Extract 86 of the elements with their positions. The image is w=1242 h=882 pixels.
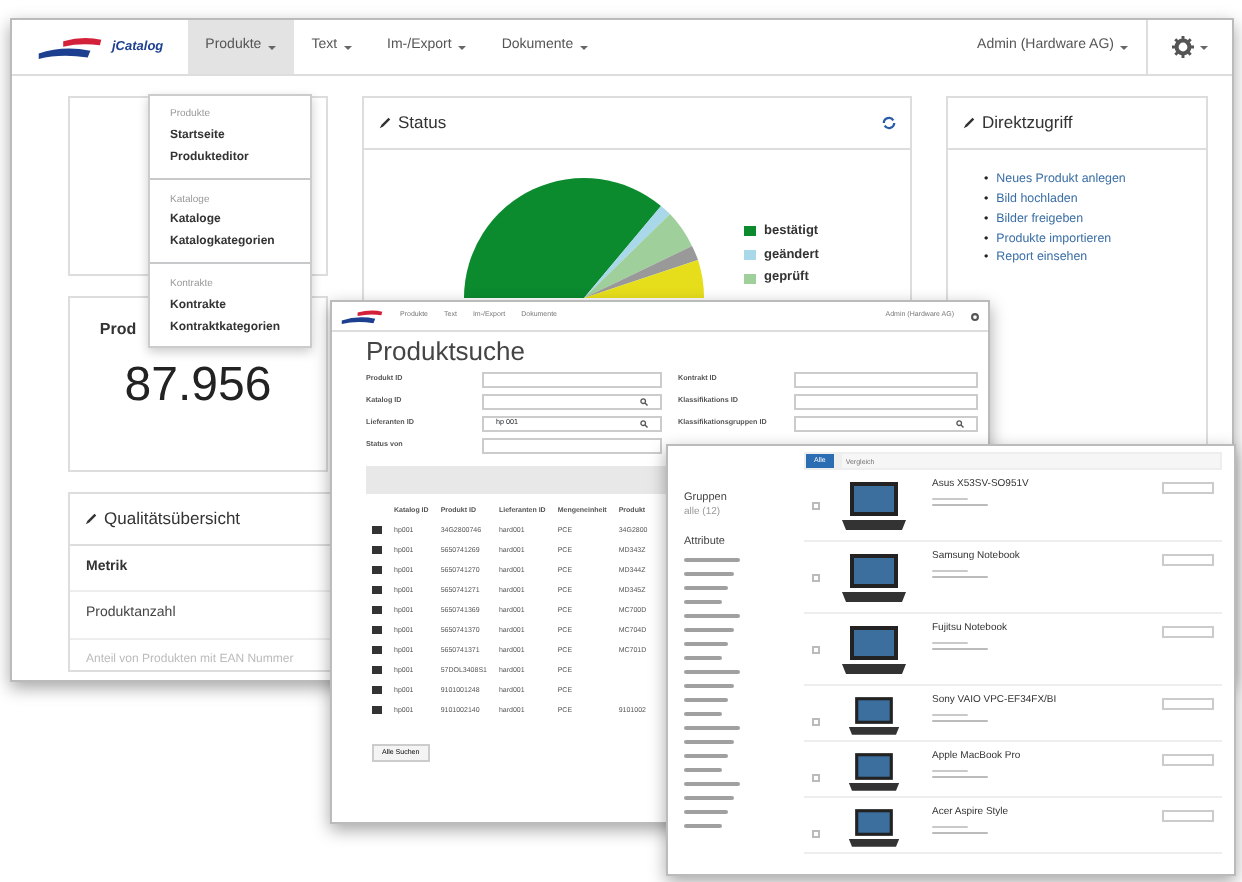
input-field[interactable] bbox=[482, 394, 662, 410]
input-field[interactable] bbox=[482, 372, 662, 388]
attribute-filter-line[interactable] bbox=[684, 670, 740, 674]
detail-line bbox=[932, 713, 968, 716]
caret-icon bbox=[457, 45, 466, 49]
attribute-filter-line[interactable] bbox=[684, 600, 722, 604]
product-thumbnail bbox=[372, 625, 382, 634]
product-thumbnail bbox=[372, 525, 382, 534]
panel-title: Qualitätsübersicht bbox=[104, 506, 241, 532]
attribute-filter-line[interactable] bbox=[684, 698, 728, 702]
logo-icon bbox=[36, 33, 104, 61]
attribute-filter-line[interactable] bbox=[684, 628, 734, 632]
product-thumbnail bbox=[372, 705, 382, 714]
detail-line bbox=[932, 775, 988, 778]
input-field[interactable] bbox=[482, 438, 662, 454]
edit-dropdown-button[interactable] bbox=[1162, 698, 1214, 711]
settings-icon[interactable] bbox=[970, 311, 980, 321]
checkbox[interactable] bbox=[812, 574, 820, 583]
checkbox[interactable] bbox=[812, 830, 820, 839]
settings-icon bbox=[1172, 36, 1194, 58]
input-field[interactable] bbox=[794, 416, 978, 432]
edit-dropdown-button[interactable] bbox=[1162, 626, 1214, 639]
checkbox[interactable] bbox=[812, 502, 820, 511]
product-thumbnail bbox=[372, 545, 382, 554]
detail-line bbox=[932, 769, 968, 772]
count-value: 87.956 bbox=[124, 356, 272, 416]
search-icon[interactable] bbox=[956, 420, 964, 428]
product-thumbnail bbox=[372, 685, 382, 694]
pencil-icon bbox=[378, 115, 392, 130]
edit-dropdown-button[interactable] bbox=[1162, 482, 1214, 495]
detail-line bbox=[932, 575, 988, 578]
detail-line bbox=[932, 825, 968, 828]
checkbox[interactable] bbox=[812, 646, 820, 655]
checkbox[interactable] bbox=[812, 718, 820, 727]
attribute-filter-line[interactable] bbox=[684, 768, 722, 772]
detail-line bbox=[932, 641, 968, 644]
panel-title: Direktzugriff bbox=[982, 110, 1073, 136]
detail-line bbox=[932, 569, 968, 572]
edit-dropdown-button[interactable] bbox=[1162, 754, 1214, 767]
detail-line bbox=[932, 647, 988, 650]
checkbox[interactable] bbox=[812, 774, 820, 783]
caret-icon bbox=[1200, 45, 1208, 49]
laptop-icon bbox=[840, 478, 908, 535]
pencil-icon bbox=[84, 511, 98, 526]
attribute-filter-line[interactable] bbox=[684, 824, 722, 828]
product-thumbnail bbox=[372, 665, 382, 674]
attribute-filter-line[interactable] bbox=[684, 810, 728, 814]
panel-title: Prod bbox=[99, 318, 137, 342]
edit-dropdown-button[interactable] bbox=[1162, 554, 1214, 567]
caret-icon bbox=[267, 45, 276, 49]
attribute-filter-line[interactable] bbox=[684, 642, 728, 646]
product-thumbnail bbox=[372, 605, 382, 614]
search-icon[interactable] bbox=[640, 398, 648, 406]
laptop-icon bbox=[840, 550, 908, 607]
search-icon[interactable] bbox=[640, 420, 648, 428]
attribute-filter-line[interactable] bbox=[684, 726, 740, 730]
pencil-icon bbox=[962, 115, 976, 130]
edit-dropdown-button[interactable] bbox=[1162, 810, 1214, 823]
caret-icon bbox=[579, 45, 588, 49]
attribute-filter-line[interactable] bbox=[684, 572, 734, 576]
product-thumbnail bbox=[372, 645, 382, 654]
attribute-filter-line[interactable] bbox=[684, 712, 722, 716]
product-thumbnail bbox=[372, 585, 382, 594]
attribute-filter-line[interactable] bbox=[684, 614, 740, 618]
caret-icon bbox=[343, 45, 352, 49]
attribute-filter-line[interactable] bbox=[684, 684, 734, 688]
attribute-filter-line[interactable] bbox=[684, 656, 722, 660]
attribute-filter-line[interactable] bbox=[684, 754, 728, 758]
input-field[interactable] bbox=[794, 394, 978, 410]
caret-icon bbox=[1120, 45, 1128, 49]
attribute-filter-line[interactable] bbox=[684, 586, 728, 590]
detail-line bbox=[932, 503, 988, 506]
attribute-filter-line[interactable] bbox=[684, 740, 734, 744]
attribute-filter-line[interactable] bbox=[684, 796, 734, 800]
laptop-icon bbox=[840, 622, 908, 679]
attribute-filter-line[interactable] bbox=[684, 782, 740, 786]
detail-line bbox=[932, 719, 988, 722]
attribute-filter-line[interactable] bbox=[684, 558, 740, 562]
detail-line bbox=[932, 831, 988, 834]
detail-line bbox=[932, 497, 968, 500]
product-thumbnail bbox=[372, 565, 382, 574]
panel-title: Status bbox=[398, 110, 449, 136]
logo-icon bbox=[340, 307, 384, 325]
input-field[interactable] bbox=[794, 372, 978, 388]
page-title: Produktsuche bbox=[364, 334, 527, 370]
refresh-icon[interactable] bbox=[882, 115, 896, 130]
